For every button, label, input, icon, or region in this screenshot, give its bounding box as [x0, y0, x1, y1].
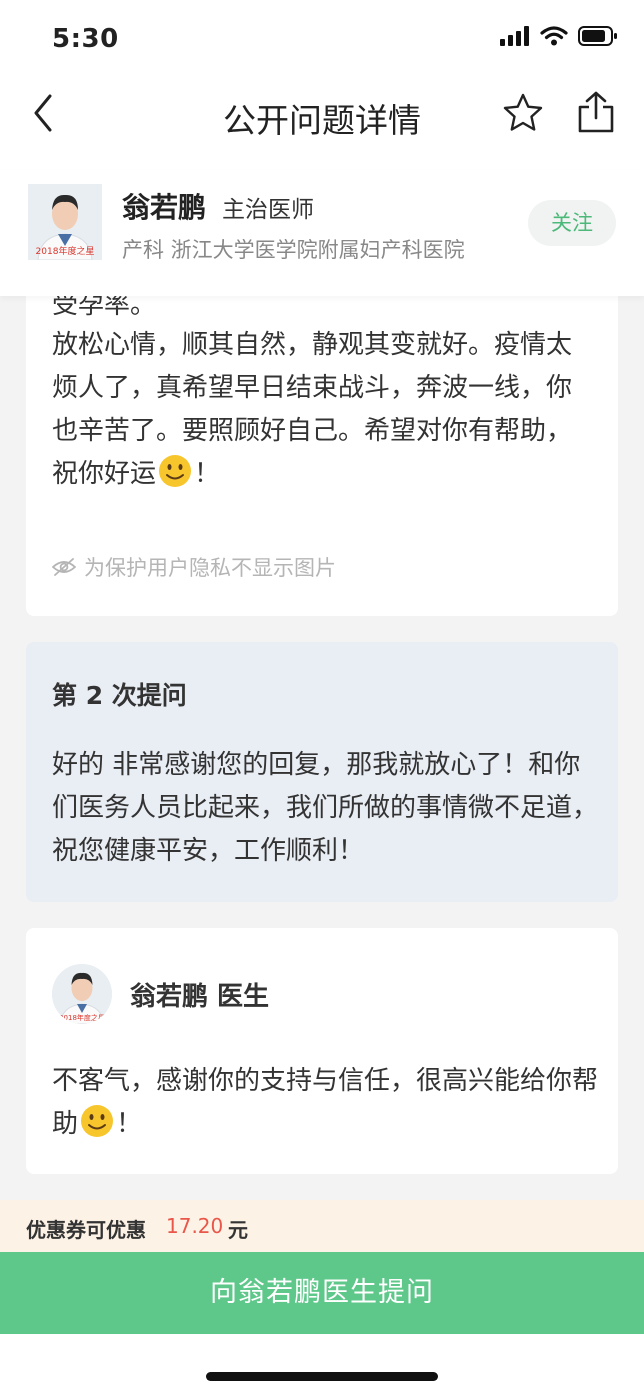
- battery-icon: [578, 26, 617, 46]
- doctor-photo: 2018年度之星: [28, 184, 102, 260]
- privacy-note: 为保护用户隐私不显示图片: [52, 552, 336, 582]
- doctor-header: 2018年度之星 翁若鹏 主治医师 产科 浙江大学医学院附属妇产科医院 关注: [0, 170, 644, 296]
- question-card: 第 2 次提问 好的 非常感谢您的回复，那我就放心了！和你们医务人员比起来，我们…: [26, 642, 618, 902]
- follow-button[interactable]: 关注: [528, 200, 616, 246]
- home-indicator-area: [0, 1334, 644, 1394]
- reply-body: 不客气，感谢你的支持与信任，很高兴能给你帮助！: [52, 1060, 600, 1146]
- share-icon[interactable]: [576, 90, 616, 134]
- status-icons: [500, 26, 618, 46]
- coupon-bar: 优惠券可优惠 17.20 元: [0, 1200, 644, 1252]
- answer-body: 放松心情，顺其自然，静观其变就好。疫情太烦人了，真希望早日结束战斗，奔波一线，你…: [52, 324, 597, 496]
- status-time: 5:30: [52, 24, 119, 54]
- question-body: 好的 非常感谢您的回复，那我就放心了！和你们医务人员比起来，我们所做的事情微不足…: [52, 750, 599, 866]
- nav-bar: 公开问题详情: [0, 78, 644, 170]
- home-indicator[interactable]: [206, 1372, 438, 1381]
- reply-doctor-name: 翁若鹏 医生: [130, 982, 270, 1012]
- answer-text: 放松心情，顺其自然，静观其变就好。疫情太烦人了，真希望早日结束战斗，奔波一线，你…: [52, 330, 573, 489]
- doctor-photo-small: 2018年度之星: [52, 964, 112, 1024]
- reply-card: 2018年度之星 翁若鹏 医生 不客气，感谢你的支持与信任，很高兴能给你帮助！: [26, 928, 618, 1174]
- answer-text-end: ！: [194, 459, 221, 489]
- smile-emoji-icon: [81, 1105, 114, 1137]
- eye-hidden-icon: [52, 558, 76, 576]
- doctor-department: 产科 浙江大学医学院附属妇产科医院: [122, 238, 465, 262]
- privacy-text: 为保护用户隐私不显示图片: [84, 556, 336, 580]
- star-icon[interactable]: [502, 92, 544, 134]
- answer-card: 受孕率。 放松心情，顺其自然，静观其变就好。疫情太烦人了，真希望早日结束战斗，奔…: [26, 250, 618, 616]
- wifi-icon: [540, 26, 568, 46]
- smile-emoji-icon: [159, 455, 192, 487]
- ask-doctor-button[interactable]: 向翁若鹏医生提问: [0, 1252, 644, 1334]
- reply-avatar[interactable]: 2018年度之星: [52, 964, 112, 1024]
- coupon-unit: 元: [228, 1218, 248, 1242]
- reply-text-end: ！: [116, 1109, 143, 1139]
- signal-icon: [500, 26, 529, 46]
- status-bar: 5:30: [0, 0, 644, 78]
- doctor-badge-text: 2018年度之星: [36, 245, 95, 257]
- page-title: 公开问题详情: [223, 101, 421, 140]
- reply-badge-text: 2018年度之星: [59, 1013, 105, 1022]
- coupon-prefix: 优惠券可优惠: [26, 1218, 146, 1242]
- coupon-amount: 17.20: [166, 1214, 224, 1238]
- doctor-name: 翁若鹏: [122, 191, 207, 224]
- doctor-avatar[interactable]: 2018年度之星: [28, 184, 102, 260]
- doctor-title: 主治医师: [222, 197, 314, 223]
- question-heading: 第 2 次提问: [52, 681, 187, 710]
